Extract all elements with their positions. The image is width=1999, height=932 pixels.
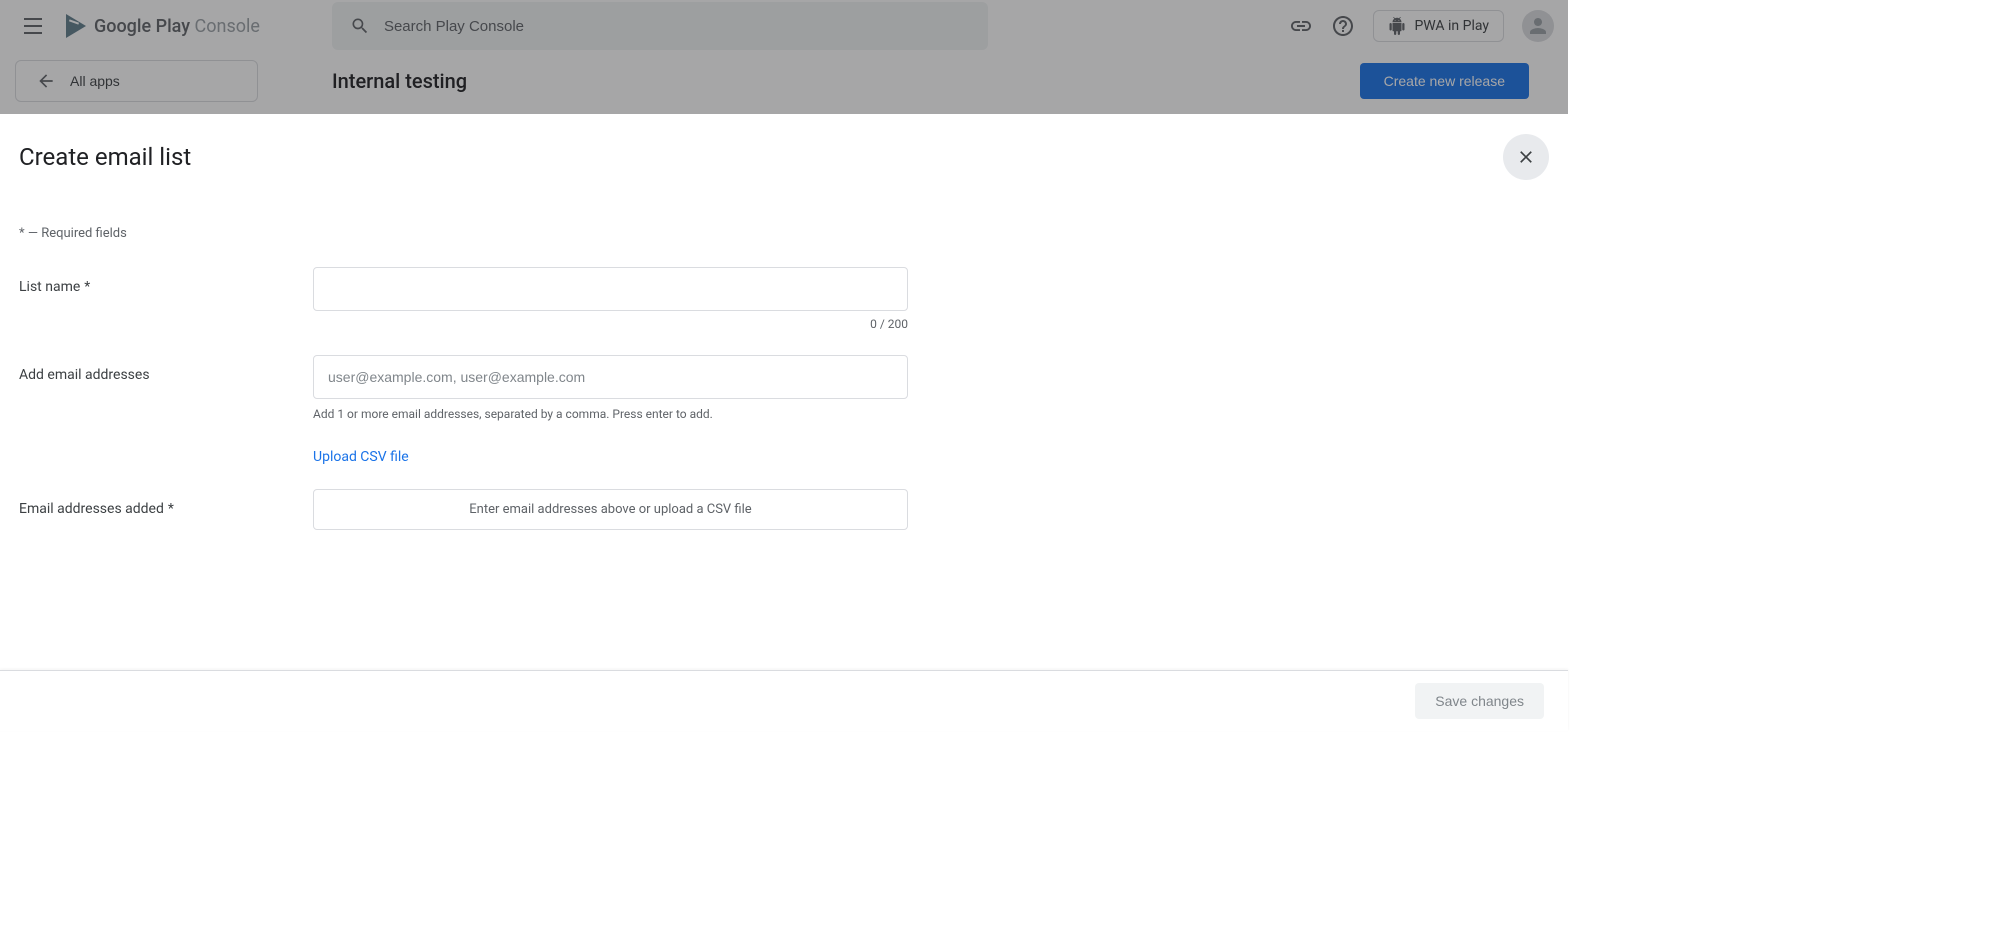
modal-footer: Save changes [0,670,1568,731]
close-button[interactable] [1503,134,1549,180]
upload-csv-link[interactable]: Upload CSV file [313,449,409,465]
add-emails-help-text: Add 1 or more email addresses, separated… [313,407,908,421]
modal-body: * — Required fields List name* 0 / 200 A… [0,180,1568,670]
save-changes-button[interactable]: Save changes [1415,683,1544,719]
list-name-char-count: 0 / 200 [313,317,908,331]
close-icon [1516,147,1536,167]
emails-added-label: Email addresses added* [19,489,313,530]
modal-scrim [0,0,1568,114]
list-name-label: List name* [19,267,313,331]
add-emails-label: Add email addresses [19,355,313,465]
add-emails-input[interactable] [313,355,908,399]
list-name-input[interactable] [313,267,908,311]
emails-added-row: Email addresses added* Enter email addre… [19,489,1549,530]
list-name-row: List name* 0 / 200 [19,267,1549,331]
emails-added-empty-box: Enter email addresses above or upload a … [313,489,908,530]
add-emails-row: Add email addresses Add 1 or more email … [19,355,1549,465]
create-email-list-modal: Create email list * — Required fields Li… [0,114,1568,731]
modal-title: Create email list [19,143,191,171]
modal-header: Create email list [0,114,1568,180]
required-fields-note: * — Required fields [19,226,1549,241]
